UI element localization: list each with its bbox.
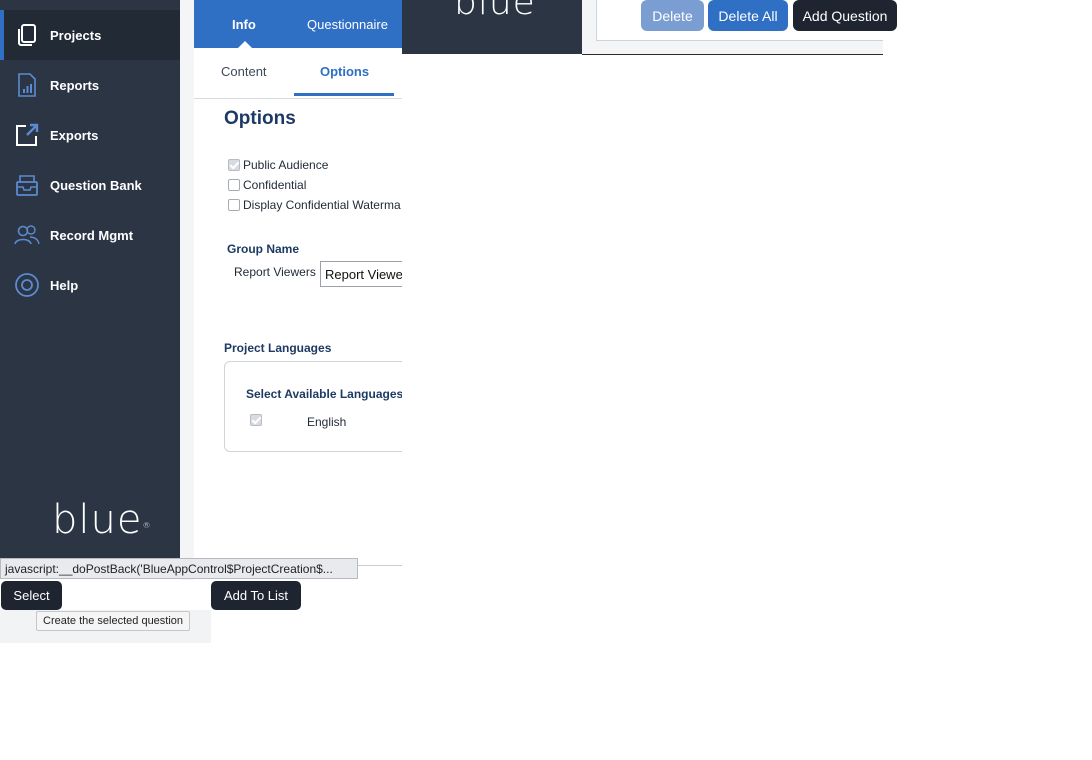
sidebar-item-question-bank[interactable]: Question Bank [0,160,180,210]
sidebar-item-label: Question Bank [50,177,142,193]
exports-icon [14,122,40,148]
delete-all-button[interactable]: Delete All [708,0,788,31]
active-tab-caret [238,41,252,48]
sidebar-item-projects[interactable]: Projects [0,10,180,60]
sidebar-item-exports[interactable]: Exports [0,110,180,160]
status-bar-url: javascript:__doPostBack('BlueAppControl$… [0,558,358,579]
tab-info[interactable]: Info [232,17,256,32]
sidebar-item-label: Projects [50,27,102,43]
projects-icon [14,22,40,48]
public-audience-checkbox[interactable] [228,159,240,171]
select-tooltip: Create the selected question [36,611,191,631]
confidential-checkbox[interactable] [228,179,240,191]
public-audience-row: Public Audience [228,158,328,172]
page-title: Options [224,108,296,129]
public-audience-label: Public Audience [243,158,329,172]
question-toolbar-inner: Delete Delete All Add Question [596,0,897,41]
sidebar-item-help[interactable]: Help [0,260,180,310]
sidebar-item-label: Exports [50,127,99,143]
report-viewers-label: Report Viewers [234,265,316,279]
record-mgmt-icon [14,222,40,248]
subtab-bar: Content Options [194,48,402,99]
project-languages-heading: Project Languages [224,341,332,355]
add-question-button[interactable]: Add Question [793,0,897,31]
sidebar-item-label: Record Mgmt [50,227,134,243]
tab-questionnaire[interactable]: Questionnaire [307,17,388,32]
sidebar-item-record-mgmt[interactable]: Record Mgmt [0,210,180,260]
blue-logo: blue® [52,497,152,543]
group-name-heading: Group Name [227,242,300,256]
display-watermark-checkbox[interactable] [228,199,240,211]
add-to-list-button[interactable]: Add To List [211,581,301,610]
subtab-content[interactable]: Content [221,64,267,79]
sidebar: Projects Reports Exports Question Bank R… [0,0,180,558]
blue-logo-header: blue [454,0,536,23]
header-logo-area: blue [402,0,582,54]
languages-box: Select Available Languages English [224,361,402,452]
display-watermark-label: Display Confidential Waterma [243,198,401,212]
help-icon [14,272,40,298]
sidebar-item-label: Help [50,277,79,293]
sidebar-item-reports[interactable]: Reports [0,60,180,110]
display-watermark-row: Display Confidential Waterma [228,198,401,212]
english-label: English [307,415,347,429]
top-tabbar: Info Questionnaire [194,0,402,48]
confidential-label: Confidential [243,178,307,192]
sidebar-item-label: Reports [50,77,100,93]
reports-icon [14,72,40,98]
select-languages-heading: Select Available Languages [246,387,402,401]
report-viewers-input[interactable]: Report Viewe [320,261,402,287]
confidential-row: Confidential [228,178,306,192]
select-button[interactable]: Select [1,581,62,610]
english-checkbox[interactable] [250,414,262,426]
project-options-panel: Info Questionnaire Content Options Optio… [180,0,402,580]
subtab-options[interactable]: Options [320,64,369,79]
question-toolbar: Delete Delete All Add Question [582,0,897,55]
delete-button[interactable]: Delete [641,0,704,31]
active-subtab-underline [294,93,394,96]
question-bank-icon [14,172,40,198]
